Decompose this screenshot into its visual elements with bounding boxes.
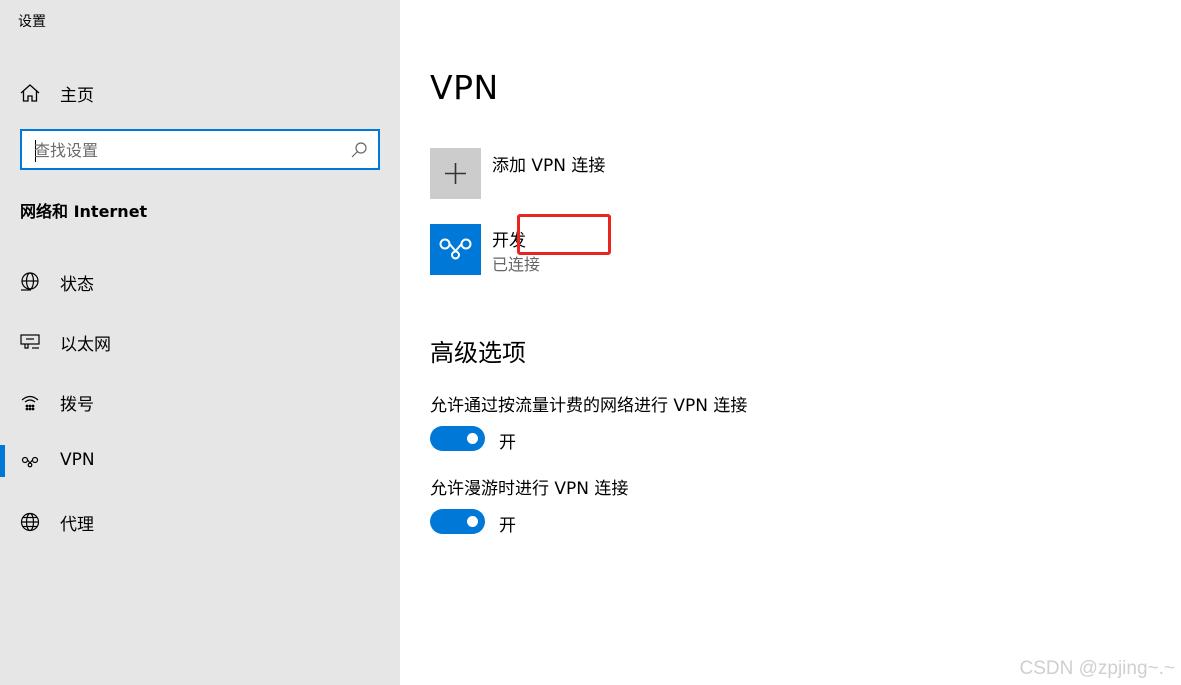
sidebar-item-ethernet[interactable]: 以太网: [0, 319, 400, 363]
sidebar: 设置 主页 网络和 Internet: [0, 0, 400, 685]
nav-home[interactable]: 主页: [0, 72, 400, 112]
toggle-knob: [467, 516, 478, 527]
annotation-highlight-box: [517, 214, 611, 255]
dialup-icon: [19, 391, 41, 413]
app-title: 设置: [18, 14, 46, 30]
toggle-knob: [467, 433, 478, 444]
ethernet-icon: [19, 331, 41, 353]
vpn-connection-tile: [430, 224, 481, 275]
globe-icon: [19, 511, 41, 533]
option-roaming-label: 允许漫游时进行 VPN 连接: [430, 479, 629, 499]
sidebar-item-dialup[interactable]: 拨号: [0, 379, 400, 423]
vpn-icon: [19, 451, 41, 473]
search-input[interactable]: [34, 137, 334, 163]
globe-status-icon: [19, 271, 41, 293]
sidebar-item-status[interactable]: 状态: [0, 259, 400, 303]
option-metered-label: 允许通过按流量计费的网络进行 VPN 连接: [430, 396, 748, 416]
sidebar-item-label: VPN: [60, 450, 95, 470]
sidebar-item-label: 以太网: [60, 335, 111, 355]
advanced-options-title: 高级选项: [430, 339, 526, 367]
add-vpn-button[interactable]: 添加 VPN 连接: [430, 148, 730, 200]
sidebar-item-label: 拨号: [60, 395, 94, 415]
metered-toggle-state: 开: [499, 433, 516, 453]
vpn-connection-icon: [439, 238, 472, 260]
roaming-toggle[interactable]: [430, 509, 485, 534]
selected-indicator: [0, 445, 5, 477]
section-heading: 网络和 Internet: [20, 202, 148, 221]
metered-toggle[interactable]: [430, 426, 485, 451]
plus-icon: [445, 163, 466, 184]
watermark: CSDN @zpjing~.~: [1019, 658, 1175, 679]
home-icon: [19, 82, 41, 104]
add-tile: [430, 148, 481, 199]
main-content: VPN 添加 VPN 连接 开发 已连接 高级选项 允许通过按流量计费的网络进行…: [400, 0, 1181, 685]
vpn-connection-item[interactable]: 开发 已连接: [430, 214, 730, 282]
sidebar-item-label: 代理: [60, 515, 94, 535]
search-box[interactable]: [20, 129, 380, 170]
page-title: VPN: [430, 68, 499, 107]
nav-home-label: 主页: [60, 86, 94, 106]
add-vpn-label: 添加 VPN 连接: [492, 156, 606, 176]
search-icon[interactable]: [350, 141, 368, 159]
roaming-toggle-state: 开: [499, 516, 516, 536]
sidebar-item-label: 状态: [60, 275, 94, 295]
sidebar-item-vpn[interactable]: VPN: [0, 439, 400, 483]
sidebar-item-proxy[interactable]: 代理: [0, 499, 400, 543]
